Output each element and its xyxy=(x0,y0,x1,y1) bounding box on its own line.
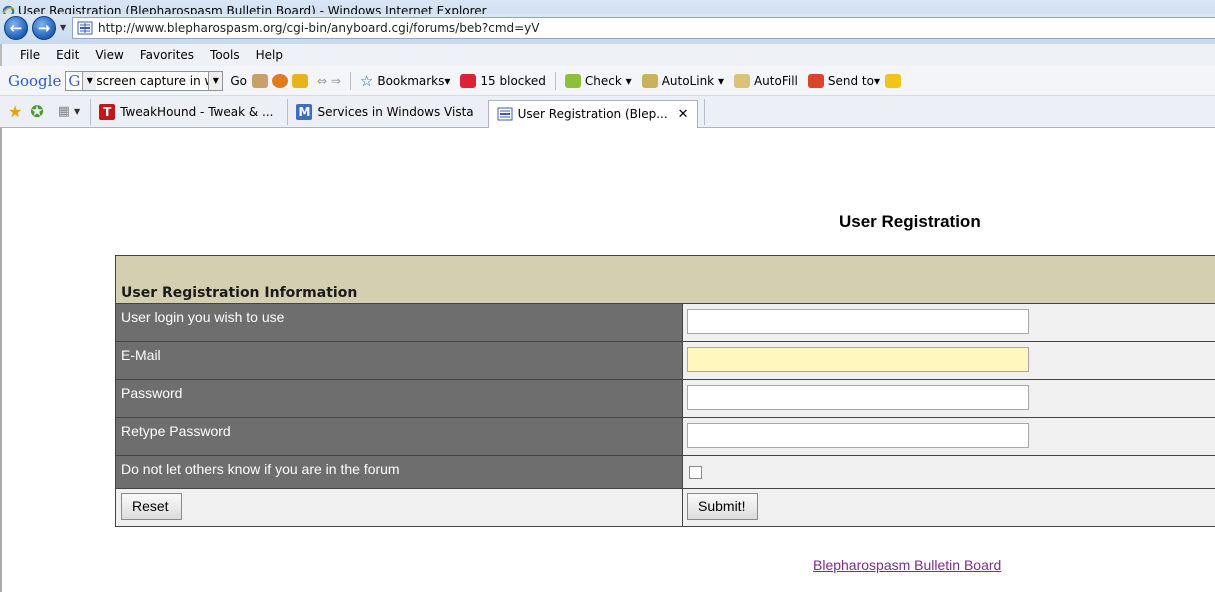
address-bar[interactable]: http://www.blepharospasm.org/cgi-bin/any… xyxy=(72,17,1215,39)
highlight-icon[interactable] xyxy=(885,73,901,88)
bookmarks-label: Bookmarks xyxy=(377,73,445,88)
sendto-label: Send to xyxy=(827,73,874,88)
email-label: E-Mail xyxy=(116,342,683,379)
search-web-icon[interactable] xyxy=(251,73,268,88)
sendto-button[interactable]: Send to ▾ xyxy=(807,73,880,88)
autofill-label: AutoFill xyxy=(753,73,798,88)
address-row: ← → ▼ http://www.blepharospasm.org/cgi-b… xyxy=(0,14,1215,44)
form-header: User Registration Information xyxy=(115,255,1215,304)
autolink-label: AutoLink xyxy=(661,73,715,88)
google-go-label: Go xyxy=(230,73,247,88)
menu-tools[interactable]: Tools xyxy=(210,48,240,62)
quick-tabs-icon[interactable]: ▦ xyxy=(58,104,70,119)
tab-label: Services in Windows Vista xyxy=(317,104,474,119)
menu-bar: File Edit View Favorites Tools Help xyxy=(0,44,1215,66)
toolbar-separator xyxy=(349,71,351,90)
retype-password-field[interactable] xyxy=(687,423,1029,448)
google-search-box[interactable]: G ▼ screen capture in windo ▼ xyxy=(65,70,224,91)
page-icon xyxy=(497,107,513,121)
forward-arrow-icon: → xyxy=(37,19,51,37)
google-history-dropdown-icon[interactable]: ▼ xyxy=(208,71,223,90)
back-arrow-icon: ← xyxy=(9,19,23,37)
autolink-icon xyxy=(641,73,658,88)
google-search-dropdown-icon[interactable]: ▼ xyxy=(82,71,97,90)
form-row-login: User login you wish to use xyxy=(115,304,1215,342)
page-content: User Registration User Registration Info… xyxy=(0,128,1215,592)
registration-form: User Registration Information User login… xyxy=(115,255,1215,527)
check-label: Check xyxy=(584,73,622,88)
password-label: Password xyxy=(116,380,683,417)
google-logo[interactable]: Google xyxy=(8,72,61,90)
form-row-email: E-Mail xyxy=(115,342,1215,380)
tab-user-registration[interactable]: User Registration (Blep... ✕ xyxy=(487,99,698,128)
menu-edit[interactable]: Edit xyxy=(56,48,79,62)
password-field[interactable] xyxy=(687,385,1029,410)
menu-file[interactable]: File xyxy=(20,48,40,62)
tweakhound-icon: T xyxy=(99,103,116,120)
menu-favorites[interactable]: Favorites xyxy=(140,48,194,62)
google-go-button[interactable]: Go xyxy=(230,74,247,88)
news-icon[interactable] xyxy=(291,73,308,88)
menu-help[interactable]: Help xyxy=(256,48,283,62)
footer-link[interactable]: Blepharospasm Bulletin Board xyxy=(813,557,1001,573)
email-field[interactable] xyxy=(687,347,1029,372)
popup-blocker-button[interactable]: 15 blocked xyxy=(460,73,546,88)
menu-view[interactable]: View xyxy=(95,48,123,62)
tab-tweakhound[interactable]: T TweakHound - Tweak & ... xyxy=(90,98,281,125)
form-row-hidden: Do not let others know if you are in the… xyxy=(115,456,1215,489)
login-input[interactable] xyxy=(687,309,1029,334)
tab-label: User Registration (Blep... xyxy=(517,107,668,121)
autolink-button[interactable]: AutoLink ▾ xyxy=(641,73,724,88)
close-tab-icon[interactable]: ✕ xyxy=(678,107,689,122)
popup-blocker-icon xyxy=(460,73,477,88)
tab-bar: ★ ✪ ▦ ▼ T TweakHound - Tweak & ... M Ser… xyxy=(0,96,1215,128)
tab-label: TweakHound - Tweak & ... xyxy=(120,104,274,119)
google-toolbar: Google G ▼ screen capture in windo ▼ Go … xyxy=(0,66,1215,96)
arrows-icon[interactable]: ⇔ ⇒ xyxy=(317,74,341,88)
form-row-password: Password xyxy=(115,380,1215,418)
autofill-button[interactable]: AutoFill xyxy=(733,73,798,88)
spellcheck-icon xyxy=(564,73,581,88)
tab-services-vista[interactable]: M Services in Windows Vista xyxy=(287,98,481,125)
site-m-icon: M xyxy=(296,103,313,120)
toolbar-separator xyxy=(554,71,556,90)
blocked-label: 15 blocked xyxy=(480,73,546,88)
sendto-icon xyxy=(807,73,824,88)
new-tab[interactable] xyxy=(703,98,738,125)
page-icon xyxy=(77,21,93,35)
address-url: http://www.blepharospasm.org/cgi-bin/any… xyxy=(98,21,540,35)
google-search-input[interactable]: screen capture in windo xyxy=(96,74,208,88)
bookmarks-star-icon: ☆ xyxy=(359,71,374,90)
add-favorites-icon[interactable]: ✪ xyxy=(30,102,43,121)
spellcheck-button[interactable]: Check ▾ xyxy=(564,73,632,88)
bookmarks-button[interactable]: ☆ Bookmarks ▾ xyxy=(360,72,451,90)
reset-button[interactable]: Reset xyxy=(121,493,182,520)
tab-list-dropdown-icon[interactable]: ▼ xyxy=(74,107,80,116)
autofill-icon xyxy=(733,73,750,88)
hidden-label: Do not let others know if you are in the… xyxy=(116,456,683,488)
history-dropdown-icon[interactable]: ▼ xyxy=(60,23,66,32)
forward-button[interactable]: → xyxy=(32,16,56,40)
submit-button[interactable]: Submit! xyxy=(687,493,759,520)
hidden-checkbox[interactable] xyxy=(689,466,702,479)
favorites-center-icon[interactable]: ★ xyxy=(8,102,22,121)
pagerank-icon[interactable] xyxy=(271,73,288,88)
login-label: User login you wish to use xyxy=(116,304,683,341)
form-row-retype: Retype Password xyxy=(115,418,1215,456)
google-g-icon: G xyxy=(68,71,81,90)
form-row-buttons: Reset Submit! xyxy=(115,489,1215,527)
form-section-title: User Registration Information xyxy=(121,285,358,301)
back-button[interactable]: ← xyxy=(4,16,28,40)
retype-password-label: Retype Password xyxy=(116,418,683,455)
page-title: User Registration xyxy=(839,212,981,231)
